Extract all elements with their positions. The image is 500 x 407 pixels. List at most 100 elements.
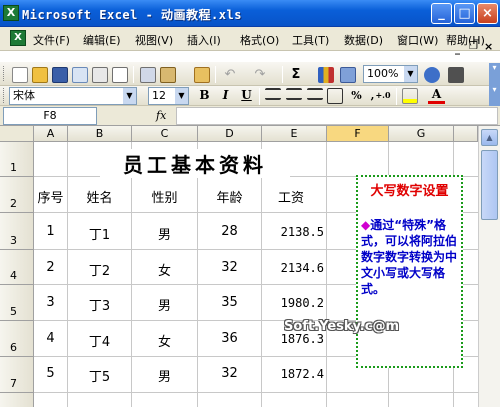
permission-icon[interactable] <box>72 67 88 83</box>
chart-wizard-icon[interactable] <box>318 67 334 83</box>
paste-icon[interactable] <box>160 67 176 83</box>
formula-input[interactable] <box>176 107 498 125</box>
font-color-button[interactable]: A <box>428 87 445 104</box>
table-cell[interactable]: 男 <box>132 366 197 385</box>
save-icon[interactable] <box>52 67 68 83</box>
spreadsheet-grid[interactable]: A B C D E F G 1 2 3 4 5 6 7 员工基本资料 序号 姓名… <box>0 126 478 407</box>
redo-icon[interactable]: ↷ <box>252 67 268 83</box>
table-cell[interactable]: 1872.4 <box>262 367 324 381</box>
table-cell[interactable]: 男 <box>132 295 197 314</box>
row-header-3[interactable]: 3 <box>0 213 34 250</box>
underline-button[interactable]: U <box>238 87 255 104</box>
maximize-button[interactable]: □ <box>454 3 475 24</box>
menu-insert[interactable]: 插入(I) <box>187 32 221 48</box>
align-right-icon[interactable] <box>307 88 323 100</box>
vertical-scrollbar[interactable]: ▲ <box>478 126 500 407</box>
table-cell[interactable]: 3 <box>34 295 67 310</box>
doc-restore-button[interactable]: ❐ <box>469 41 478 52</box>
table-cell[interactable]: 丁2 <box>68 260 131 279</box>
row-header-1[interactable]: 1 <box>0 142 34 177</box>
menu-format[interactable]: 格式(O) <box>240 32 279 48</box>
new-icon[interactable] <box>12 67 28 83</box>
chevron-down-icon[interactable]: ▼ <box>404 66 417 82</box>
table-cell[interactable]: 35 <box>198 295 261 310</box>
help-icon[interactable] <box>424 67 440 83</box>
function-icon[interactable]: fx <box>156 109 166 122</box>
select-all-corner[interactable] <box>0 126 34 142</box>
merge-center-icon[interactable] <box>327 88 343 104</box>
research-icon[interactable] <box>448 67 464 83</box>
header-cell-gender[interactable]: 性别 <box>132 187 197 206</box>
column-header-f[interactable]: F <box>327 126 389 142</box>
row-header-5[interactable]: 5 <box>0 285 34 321</box>
table-cell[interactable]: 2138.5 <box>262 225 324 239</box>
row-header-2[interactable]: 2 <box>0 177 34 213</box>
close-button[interactable]: × <box>477 3 498 24</box>
column-header-g[interactable]: G <box>389 126 454 142</box>
menu-view[interactable]: 视图(V) <box>135 32 173 48</box>
column-header-e[interactable]: E <box>262 126 327 142</box>
undo-icon[interactable]: ↶ <box>222 67 238 83</box>
bold-button[interactable]: B <box>196 87 213 104</box>
toolbar-grip[interactable] <box>3 66 6 81</box>
table-cell[interactable]: 女 <box>132 331 197 350</box>
table-cell[interactable]: 5 <box>34 366 67 381</box>
table-cell[interactable]: 4 <box>34 331 67 346</box>
align-left-icon[interactable] <box>265 88 281 100</box>
chevron-down-icon[interactable]: ▼ <box>123 88 136 104</box>
table-cell[interactable]: 28 <box>198 224 261 239</box>
scroll-up-button[interactable]: ▲ <box>481 129 498 146</box>
menu-data[interactable]: 数据(D) <box>344 32 383 48</box>
column-header-a[interactable]: A <box>34 126 68 142</box>
name-box[interactable]: F8 <box>3 107 97 125</box>
scroll-thumb[interactable] <box>481 150 498 220</box>
header-cell-salary[interactable]: 工资 <box>262 187 326 206</box>
font-select[interactable]: 宋体 ▼ <box>9 87 137 105</box>
table-cell[interactable]: 女 <box>132 260 197 279</box>
table-cell[interactable]: 丁5 <box>68 366 131 385</box>
table-cell[interactable]: 32 <box>198 260 261 275</box>
autosum-button[interactable]: Σ <box>288 67 304 83</box>
font-size-select[interactable]: 12 ▼ <box>148 87 189 105</box>
header-cell-index[interactable]: 序号 <box>34 187 67 206</box>
column-header-b[interactable]: B <box>68 126 132 142</box>
percent-button[interactable]: % <box>348 87 365 104</box>
menu-window[interactable]: 窗口(W) <box>397 32 438 48</box>
menu-edit[interactable]: 编辑(E) <box>83 32 121 48</box>
excel-app-icon[interactable]: X <box>3 5 19 21</box>
table-cell[interactable]: 丁1 <box>68 224 131 243</box>
table-cell[interactable]: 36 <box>198 331 261 346</box>
toolbar-options-chevron[interactable]: ▾ <box>489 63 500 85</box>
table-cell[interactable]: 2134.6 <box>262 261 324 275</box>
row-header-7[interactable]: 7 <box>0 357 34 393</box>
format-painter-icon[interactable] <box>194 67 210 83</box>
print-preview-icon[interactable] <box>112 67 128 83</box>
increase-decimal-button[interactable]: +.0 <box>373 87 393 104</box>
column-header-c[interactable]: C <box>132 126 198 142</box>
table-cell[interactable]: 32 <box>198 366 261 381</box>
minimize-button[interactable]: _ <box>431 3 452 24</box>
table-cell[interactable]: 丁4 <box>68 331 131 350</box>
header-cell-age[interactable]: 年龄 <box>198 187 261 206</box>
menu-help[interactable]: 帮助(H) <box>446 32 485 48</box>
row-header-8[interactable] <box>0 393 34 407</box>
table-cell[interactable]: 1980.2 <box>262 296 324 310</box>
chevron-down-icon[interactable]: ▼ <box>175 88 188 104</box>
column-header-h[interactable] <box>454 126 478 142</box>
menu-file[interactable]: 文件(F) <box>33 32 70 48</box>
table-cell[interactable]: 1 <box>34 224 67 239</box>
column-header-d[interactable]: D <box>198 126 262 142</box>
table-cell[interactable]: 2 <box>34 260 67 275</box>
fill-color-icon[interactable] <box>402 88 418 104</box>
table-cell[interactable]: 1876.3 <box>262 332 324 346</box>
row-header-6[interactable]: 6 <box>0 321 34 357</box>
table-cell[interactable]: 男 <box>132 224 197 243</box>
print-icon[interactable] <box>92 67 108 83</box>
toolbar-options-chevron[interactable]: ▾ <box>489 85 500 107</box>
workbook-icon[interactable]: X <box>10 30 26 46</box>
italic-button[interactable]: I <box>217 87 234 104</box>
open-icon[interactable] <box>32 67 48 83</box>
toolbar-grip[interactable] <box>3 88 6 103</box>
note-text-box[interactable]: 大写数字设置 ◆通过“特殊”格式，可以将阿拉伯数字数字转换为中文小写或大写格式。 <box>356 175 463 368</box>
doc-close-button[interactable]: × <box>484 40 493 53</box>
